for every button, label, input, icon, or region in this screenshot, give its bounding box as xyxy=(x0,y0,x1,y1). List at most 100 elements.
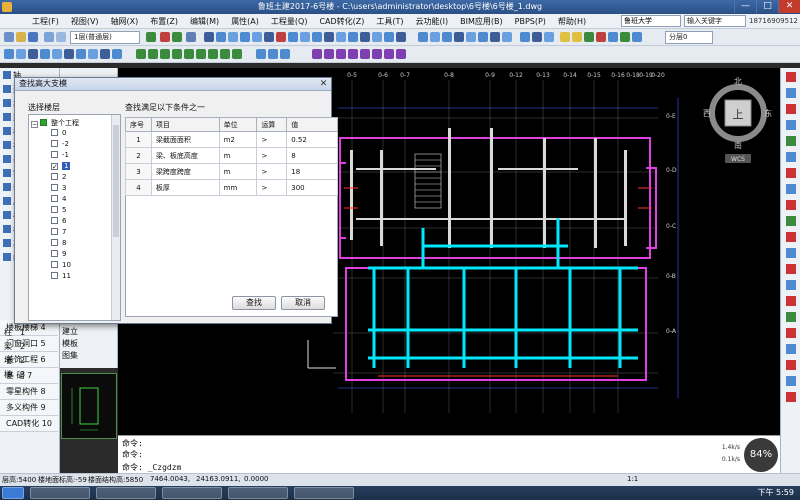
draw-block-icon[interactable] xyxy=(232,49,242,59)
collapse-icon[interactable]: − xyxy=(31,121,38,128)
command-line[interactable]: 命令: 命令: 命令: _Czgdzm 84% 1.4k/s 0.1k/s xyxy=(118,435,780,473)
crosshair-icon[interactable] xyxy=(256,49,266,59)
scrollbar-thumb[interactable] xyxy=(113,125,119,237)
visible-icon[interactable] xyxy=(584,32,594,42)
move-icon[interactable] xyxy=(216,32,226,42)
prop-row[interactable]: 柱 1 xyxy=(4,327,60,341)
render-icon[interactable] xyxy=(502,32,512,42)
pan-icon[interactable] xyxy=(442,32,452,42)
keyword-search-input[interactable]: 输入关键字 xyxy=(684,15,746,27)
tool-icon-2[interactable] xyxy=(786,88,796,98)
tool-icon-5[interactable] xyxy=(786,136,796,146)
floor-item-selected[interactable]: 1 xyxy=(51,162,71,173)
lock-icon[interactable] xyxy=(608,32,618,42)
tb2-icon-3[interactable] xyxy=(28,49,38,59)
offset-icon[interactable] xyxy=(300,32,310,42)
zoom-in-icon[interactable] xyxy=(418,32,428,42)
tool-icon-15[interactable] xyxy=(786,296,796,306)
zoom-window-icon[interactable] xyxy=(454,32,464,42)
plus-icon[interactable] xyxy=(268,49,278,59)
tb2-icon-1[interactable] xyxy=(4,49,14,59)
right-tool-icons[interactable] xyxy=(786,72,796,402)
tree-root[interactable]: − 整个工程 xyxy=(31,118,79,129)
menu-tools[interactable]: 工具(T) xyxy=(370,16,409,27)
checked-checkbox[interactable] xyxy=(51,163,58,170)
fillet-icon[interactable] xyxy=(372,32,382,42)
taskbar-clock[interactable]: 下午 5:59 xyxy=(757,487,794,498)
menu-attribute[interactable]: 属性(A) xyxy=(225,16,265,27)
delete-icon[interactable] xyxy=(276,32,286,42)
cube-icon-2[interactable] xyxy=(324,49,334,59)
menu-help[interactable]: 帮助(H) xyxy=(552,16,592,27)
wcs-label[interactable]: WCS xyxy=(731,156,745,163)
cube-icon-5[interactable] xyxy=(360,49,370,59)
open-file-icon[interactable] xyxy=(16,32,26,42)
extend-icon[interactable] xyxy=(288,32,298,42)
tool-icon-9[interactable] xyxy=(786,200,796,210)
floor-item[interactable]: 3 xyxy=(51,184,66,195)
cube-icon-1[interactable] xyxy=(312,49,322,59)
tool-icon-10[interactable] xyxy=(786,216,796,226)
tool-icon-18[interactable] xyxy=(786,344,796,354)
status-scale[interactable]: 1:1 xyxy=(627,475,638,483)
measure-icon[interactable] xyxy=(396,32,406,42)
layer-icon[interactable] xyxy=(146,32,156,42)
draw-line-icon[interactable] xyxy=(136,49,146,59)
menu-view[interactable]: 视图(V) xyxy=(65,16,105,27)
menu-project[interactable]: 工程(F) xyxy=(26,16,65,27)
snap-icon[interactable] xyxy=(520,32,530,42)
scale-icon[interactable] xyxy=(360,32,370,42)
bulb-icon[interactable] xyxy=(560,32,570,42)
floor-item[interactable]: 0 xyxy=(51,129,66,140)
taskbar-app-4[interactable] xyxy=(228,487,288,499)
draw-dim-icon[interactable] xyxy=(220,49,230,59)
tool-icon-17[interactable] xyxy=(786,328,796,338)
dialog-close-button[interactable]: ✕ xyxy=(318,79,329,89)
university-dropdown[interactable]: 鲁班大学 xyxy=(621,15,681,27)
color-icon[interactable] xyxy=(632,32,642,42)
taskbar-app-2[interactable] xyxy=(96,487,156,499)
prop-row[interactable]: 墙 2 xyxy=(4,355,60,369)
tb2-icon-9[interactable] xyxy=(100,49,110,59)
table-row[interactable]: 1 梁截面面积 m2 > 0.52 xyxy=(125,131,338,148)
prop-row[interactable]: 梁 2 xyxy=(4,341,60,355)
copy-icon[interactable] xyxy=(228,32,238,42)
tool-icon-13[interactable] xyxy=(786,264,796,274)
orbit-icon[interactable] xyxy=(490,32,500,42)
rotate-icon[interactable] xyxy=(240,32,250,42)
cube-icon-7[interactable] xyxy=(384,49,394,59)
chamfer-icon[interactable] xyxy=(384,32,394,42)
freeze-icon[interactable] xyxy=(596,32,606,42)
tool-icon-21[interactable] xyxy=(786,392,796,402)
trim-icon[interactable] xyxy=(264,32,274,42)
maximize-button[interactable]: □ xyxy=(756,0,778,13)
draw-polyline-icon[interactable] xyxy=(148,49,158,59)
tree-root-checkbox[interactable] xyxy=(40,119,47,126)
floor-item[interactable]: 11 xyxy=(51,272,71,283)
tool-icon-14[interactable] xyxy=(786,280,796,290)
tool-icon-4[interactable] xyxy=(786,120,796,130)
cube-icon-6[interactable] xyxy=(372,49,382,59)
tb2-icon-5[interactable] xyxy=(52,49,62,59)
floor-item[interactable]: 4 xyxy=(51,195,66,206)
category-misc[interactable]: 零星构件 8 xyxy=(0,384,58,400)
minimize-button[interactable]: — xyxy=(734,0,756,13)
draw-rect-icon[interactable] xyxy=(184,49,194,59)
tool-icon-8[interactable] xyxy=(786,184,796,194)
tool-icon-19[interactable] xyxy=(786,360,796,370)
taskbar-app-1[interactable] xyxy=(30,487,90,499)
tool-icon-6[interactable] xyxy=(786,152,796,162)
floor-item[interactable]: 8 xyxy=(51,239,66,250)
break-icon[interactable] xyxy=(312,32,322,42)
explode-icon[interactable] xyxy=(348,32,358,42)
table-row[interactable]: 4 板厚 mm > 300 xyxy=(125,179,338,196)
draw-circle-icon[interactable] xyxy=(172,49,182,59)
prop-row[interactable]: 楼 3 xyxy=(4,369,60,383)
tool-icon-16[interactable] xyxy=(786,312,796,322)
cube-icon-3[interactable] xyxy=(336,49,346,59)
tool-icon-12[interactable] xyxy=(786,248,796,258)
view-compass[interactable]: 上 北 南 东 西 WCS xyxy=(703,77,772,163)
tool-icon-11[interactable] xyxy=(786,232,796,242)
tool-icon-7[interactable] xyxy=(786,168,796,178)
draw-text-icon[interactable] xyxy=(208,49,218,59)
